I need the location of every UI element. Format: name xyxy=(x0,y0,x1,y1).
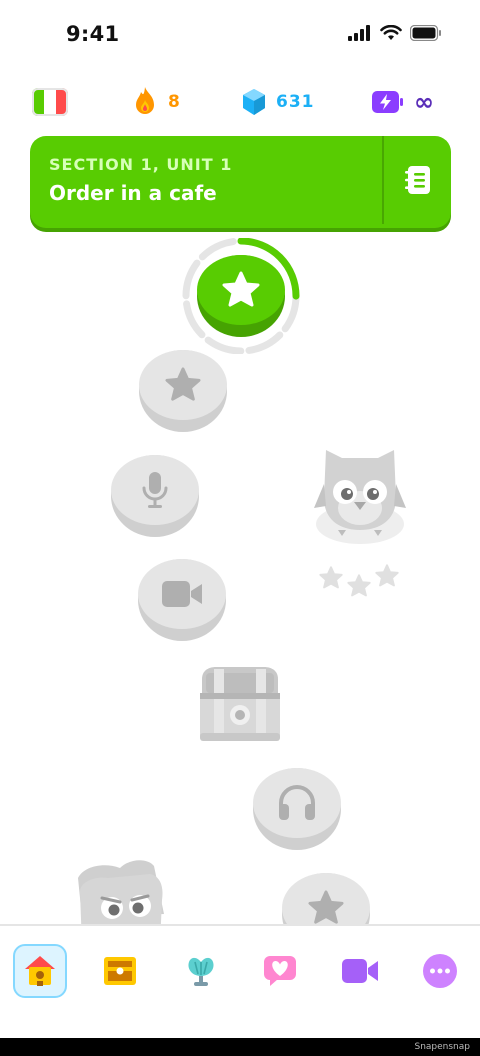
unit-title: Order in a cafe xyxy=(49,181,217,205)
energy-battery-icon xyxy=(372,91,403,113)
heart-chat-icon xyxy=(264,956,296,986)
nav-social[interactable] xyxy=(253,944,307,998)
unit-banner[interactable]: SECTION 1, UNIT 1 Order in a cafe xyxy=(30,136,451,228)
energy-count: ∞ xyxy=(414,88,435,116)
nav-home[interactable] xyxy=(13,944,67,998)
guidebook-icon xyxy=(404,166,430,194)
bottom-nav xyxy=(0,924,480,1036)
nav-shells[interactable] xyxy=(174,944,228,998)
video-camera-icon xyxy=(162,581,202,607)
gems-counter[interactable]: 631 xyxy=(242,84,315,120)
watermark: Snapensnap xyxy=(414,1042,470,1052)
unit-section-label: SECTION 1, UNIT 1 xyxy=(49,155,233,174)
fire-icon xyxy=(136,87,154,114)
star-icon xyxy=(347,574,371,597)
lesson-node-active[interactable] xyxy=(180,238,302,354)
nav-leagues[interactable] xyxy=(93,944,147,998)
nav-video-call[interactable] xyxy=(333,944,387,998)
wifi-icon xyxy=(380,25,402,40)
nav-more[interactable] xyxy=(413,944,467,998)
treasure-chest-icon xyxy=(104,957,136,985)
status-time: 9:41 xyxy=(66,22,120,46)
language-selector[interactable] xyxy=(32,84,68,120)
microphone-icon xyxy=(142,472,168,508)
streak-counter[interactable]: 8 xyxy=(132,84,181,120)
headphones-icon xyxy=(279,785,315,820)
lesson-node-listening[interactable] xyxy=(253,768,341,850)
shell-icon xyxy=(188,957,214,986)
star-icon xyxy=(375,564,399,587)
streak-count: 8 xyxy=(168,92,181,112)
lesson-node-video[interactable] xyxy=(138,559,226,641)
home-icon xyxy=(25,956,55,986)
gem-icon xyxy=(243,89,265,115)
owl-character-icon xyxy=(314,450,406,544)
gems-count: 631 xyxy=(276,92,315,112)
italy-flag-icon xyxy=(32,88,68,116)
more-icon xyxy=(423,954,457,988)
character-icon xyxy=(78,860,164,924)
home-indicator-bar xyxy=(0,1038,480,1056)
battery-icon xyxy=(410,25,441,41)
star-icon xyxy=(165,367,201,401)
character-owl[interactable] xyxy=(312,444,408,548)
status-icons xyxy=(348,25,442,41)
lesson-node-star[interactable] xyxy=(139,350,227,432)
lesson-node-speaking[interactable] xyxy=(111,455,199,537)
video-icon xyxy=(342,959,378,983)
character-duo-bottom xyxy=(68,856,172,924)
energy-counter[interactable]: ∞ xyxy=(372,84,435,120)
cellular-signal-icon xyxy=(348,25,370,41)
star-icon xyxy=(222,271,260,307)
guidebook-button[interactable] xyxy=(384,136,451,224)
star-icon xyxy=(319,566,343,589)
treasure-chest[interactable] xyxy=(196,665,284,743)
treasure-chest-icon xyxy=(200,667,280,741)
star-icon xyxy=(308,890,344,924)
character-stars xyxy=(318,562,402,597)
lesson-button-start[interactable] xyxy=(197,255,285,337)
